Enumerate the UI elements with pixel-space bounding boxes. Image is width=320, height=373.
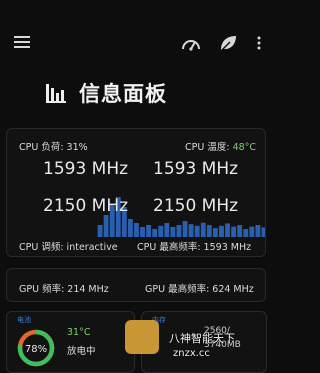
cpu-load-bar xyxy=(176,225,182,237)
gpu-max-freq-label: GPU 最高频率: 624 MHz xyxy=(145,284,254,295)
cpu-temp-value: 48°C xyxy=(232,142,257,153)
memory-card[interactable]: 内存 2560/ 3740MB xyxy=(141,311,267,373)
memory-used: 2560/ xyxy=(204,326,230,336)
cpu-load-bar xyxy=(249,226,255,237)
gpu-freq-label: GPU 频率: 214 MHz xyxy=(19,284,109,295)
leaf-icon[interactable] xyxy=(218,34,238,52)
gauge-icon[interactable] xyxy=(181,34,201,52)
cpu-load-bar xyxy=(243,229,249,237)
battery-temp: 31°C xyxy=(67,327,91,338)
cpu-load-bar xyxy=(127,219,133,237)
more-vert-icon[interactable] xyxy=(256,34,262,52)
memory-section-label: 内存 xyxy=(152,316,166,324)
cpu-load-bar xyxy=(134,223,139,237)
cpu-load-bar xyxy=(194,225,200,237)
memory-total: 3740MB xyxy=(204,340,241,350)
cpu-core-freq: 2150 MHz xyxy=(153,196,239,216)
cpu-load-label: CPU 负荷: 31% xyxy=(19,142,88,153)
cpu-core-freq: 1593 MHz xyxy=(153,159,239,179)
cpu-load-bar xyxy=(225,223,230,237)
cpu-load-bar xyxy=(158,225,164,237)
cpu-load-bar xyxy=(231,226,237,237)
cpu-load-bar xyxy=(261,227,265,237)
cpu-load-bar xyxy=(152,229,158,237)
cpu-governor-label: CPU 调频: interactive xyxy=(19,242,118,253)
cpu-max-freq-label: CPU 最高频率: 1593 MHz xyxy=(137,242,252,253)
top-app-bar xyxy=(0,0,272,56)
cpu-load-bar xyxy=(212,228,218,237)
cpu-load-bar xyxy=(146,225,152,237)
cpu-load-bar xyxy=(219,225,224,237)
cpu-core-freq: 2150 MHz xyxy=(43,196,129,216)
gpu-card[interactable]: GPU 频率: 214 MHz GPU 最高频率: 624 MHz xyxy=(6,268,266,302)
battery-level-text: 78% xyxy=(25,344,47,355)
cpu-load-bar xyxy=(103,215,109,237)
cpu-load-bar xyxy=(237,225,243,237)
battery-state: 放电中 xyxy=(67,346,96,357)
cpu-load-bar xyxy=(170,227,176,237)
page-title: 信息面板 xyxy=(79,82,167,106)
cpu-card[interactable]: CPU 负荷: 31% CPU 温度: 48°C 1593 MHz 1593 M… xyxy=(6,128,266,257)
cpu-load-bar xyxy=(188,224,194,237)
cpu-load-bar xyxy=(206,225,212,237)
cpu-core-freq: 1593 MHz xyxy=(43,159,129,179)
cpu-temp-label: CPU 温度: 48°C xyxy=(185,142,257,153)
cpu-load-bar xyxy=(200,222,206,237)
cpu-load-bar xyxy=(182,221,188,237)
battery-level-ring: 78% xyxy=(17,329,55,367)
battery-section-label: 电池 xyxy=(17,316,31,324)
battery-card[interactable]: 电池 78% 31°C 放电中 xyxy=(6,311,135,373)
cpu-load-bar xyxy=(97,225,103,237)
hamburger-menu-icon[interactable] xyxy=(14,36,30,48)
bar-chart-icon xyxy=(46,84,66,103)
cpu-load-bar xyxy=(255,225,261,237)
cpu-load-bar xyxy=(164,223,170,237)
page-title-row: 信息面板 xyxy=(45,78,167,108)
cpu-load-bar xyxy=(140,227,145,237)
